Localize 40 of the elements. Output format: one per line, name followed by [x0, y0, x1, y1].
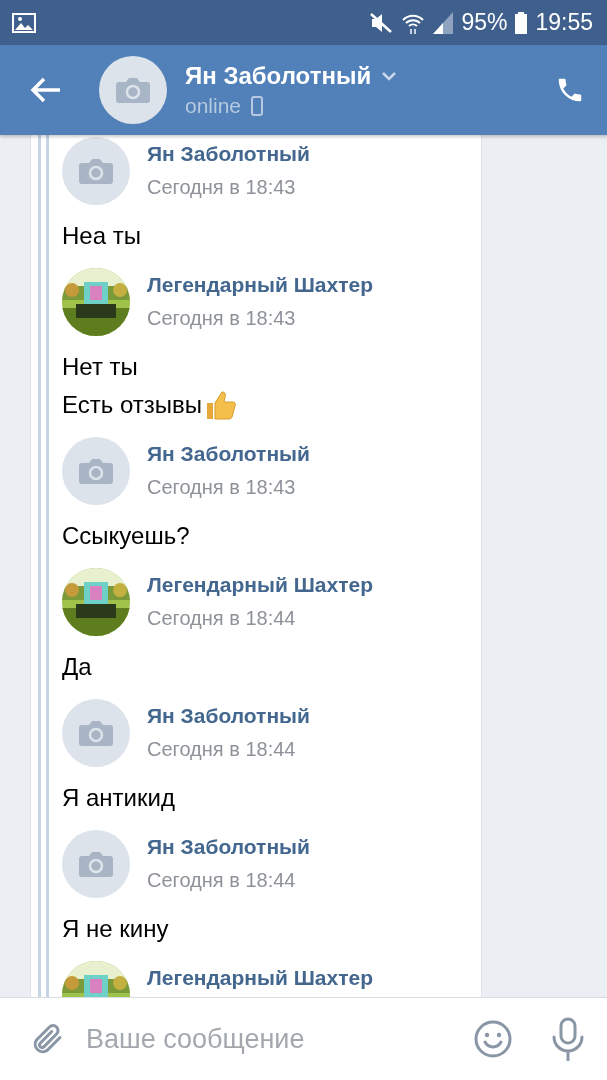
message-time: Сегодня в 18:44 — [147, 738, 297, 761]
message-text: Есть отзывы — [62, 391, 202, 419]
online-status: online — [185, 94, 242, 118]
image-icon — [12, 12, 36, 33]
contact-name[interactable]: Ян Заболотный — [185, 62, 372, 90]
author-name[interactable]: Легендарный Шахтер — [147, 573, 373, 597]
author-name[interactable]: Легендарный Шахтер — [147, 966, 373, 990]
message-time: Сегодня в 18:44 — [147, 869, 297, 892]
author-name[interactable]: Ян Заболотный — [147, 142, 310, 166]
message-time: Сегодня в 18:44 — [147, 607, 297, 630]
message-time: Сегодня в 18:43 — [147, 176, 297, 199]
microphone-button[interactable] — [551, 1017, 585, 1061]
message-text: Да — [62, 653, 92, 681]
composer-bar[interactable]: Ваше сообщение — [0, 997, 607, 1080]
author-name[interactable]: Ян Заболотный — [147, 442, 310, 466]
author-name[interactable]: Легендарный Шахтер — [147, 273, 373, 297]
mute-icon — [369, 11, 394, 34]
phone-device-icon — [251, 96, 264, 116]
message-field[interactable]: Ваше сообщение — [84, 1022, 473, 1056]
message-time: Сегодня в 18:43 — [147, 307, 297, 330]
author-name[interactable]: Ян Заболотный — [147, 704, 310, 728]
back-button[interactable] — [30, 76, 62, 104]
camera-icon — [115, 76, 151, 104]
message-text: Нет ты — [62, 353, 138, 381]
battery-percent: 95% — [461, 9, 508, 36]
clock: 19:55 — [535, 9, 593, 36]
camera-icon — [78, 719, 114, 747]
camera-icon — [78, 850, 114, 878]
message-text: Неа ты — [62, 222, 141, 250]
camera-icon — [78, 157, 114, 185]
chevron-down-icon[interactable] — [381, 71, 398, 81]
message-text: Ссыкуешь? — [62, 522, 190, 550]
camera-icon — [78, 457, 114, 485]
signal-icon — [433, 11, 454, 34]
message-time: Сегодня в 18:43 — [147, 476, 297, 499]
message-text: Я не кину — [62, 915, 169, 943]
battery-icon — [515, 11, 528, 34]
author-name[interactable]: Ян Заболотный — [147, 835, 310, 859]
emoji-button[interactable] — [473, 1019, 513, 1059]
message-text: Я антикид — [62, 784, 175, 812]
